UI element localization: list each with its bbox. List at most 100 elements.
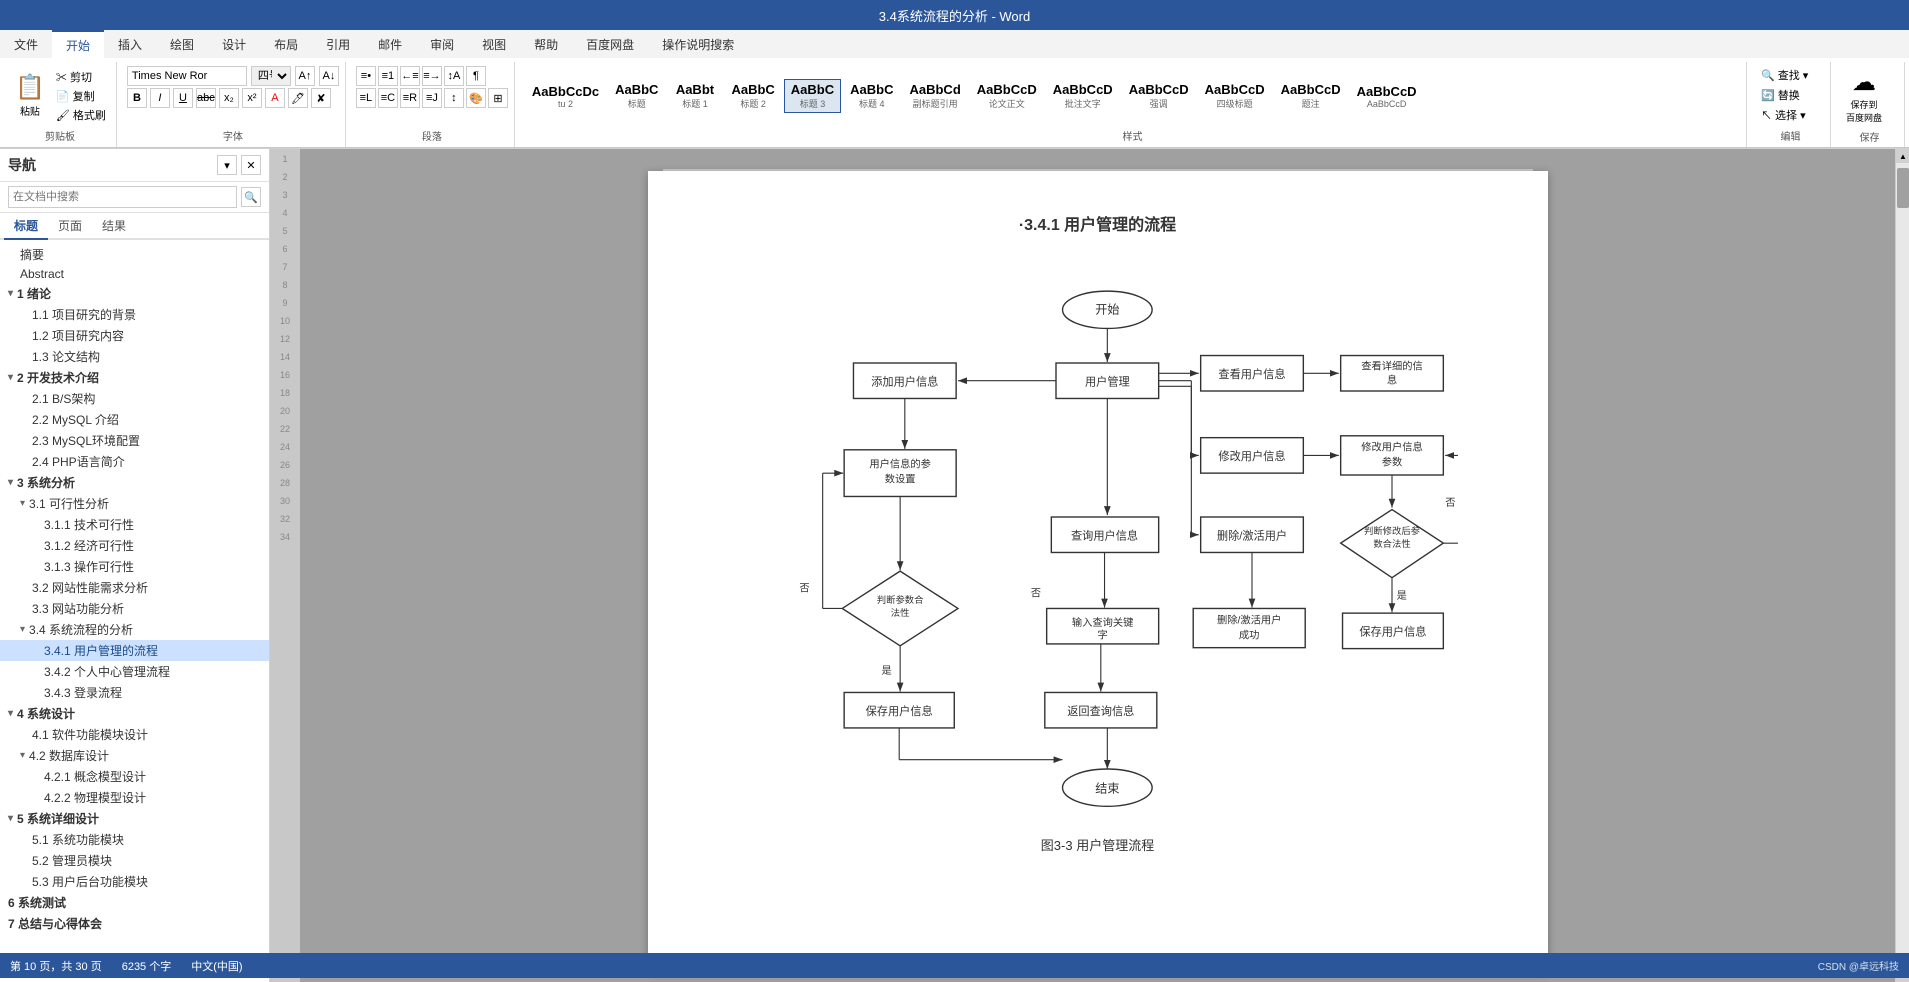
ribbon-tab-帮助[interactable]: 帮助 <box>520 30 572 58</box>
find-button[interactable]: 🔍 查找 ▾ <box>1757 66 1812 84</box>
ribbon-tab-绘图[interactable]: 绘图 <box>156 30 208 58</box>
nav-item[interactable]: ▾3.1 可行性分析 <box>0 493 269 514</box>
nav-item[interactable]: ▾1 绪论 <box>0 283 269 304</box>
show-marks-button[interactable]: ¶ <box>466 66 486 86</box>
nav-toggle-button[interactable]: ▾ <box>217 155 237 175</box>
nav-item[interactable]: 3.4.1 用户管理的流程 <box>0 640 269 661</box>
shading-button[interactable]: 🎨 <box>466 88 486 108</box>
nav-item[interactable]: 5.1 系统功能模块 <box>0 829 269 850</box>
scroll-thumb[interactable] <box>1897 168 1909 208</box>
nav-item[interactable]: ▾4.2 数据库设计 <box>0 745 269 766</box>
save-to-baidu-button[interactable]: ☁ 保存到百度网盘 <box>1841 66 1887 127</box>
nav-item[interactable]: 摘要 <box>0 244 269 265</box>
nav-item[interactable]: 3.1.3 操作可行性 <box>0 556 269 577</box>
ribbon-tab-布局[interactable]: 布局 <box>260 30 312 58</box>
scroll-track[interactable] <box>1896 163 1909 968</box>
align-left-button[interactable]: ≡L <box>356 88 376 108</box>
ribbon-tab-开始[interactable]: 开始 <box>52 30 104 58</box>
superscript-button[interactable]: x² <box>242 88 262 108</box>
ribbon-tab-百度网盘[interactable]: 百度网盘 <box>572 30 648 58</box>
nav-item[interactable]: ▾3.4 系统流程的分析 <box>0 619 269 640</box>
clear-format-button[interactable]: ✘ <box>311 88 331 108</box>
nav-item[interactable]: 3.1.2 经济可行性 <box>0 535 269 556</box>
nav-close-button[interactable]: ✕ <box>241 155 261 175</box>
nav-item[interactable]: 2.2 MySQL 介绍 <box>0 409 269 430</box>
nav-item[interactable]: Abstract <box>0 265 269 283</box>
nav-item[interactable]: 1.2 项目研究内容 <box>0 325 269 346</box>
strikethrough-button[interactable]: abc <box>196 88 216 108</box>
font-family-input[interactable] <box>127 66 247 86</box>
align-center-button[interactable]: ≡C <box>378 88 398 108</box>
format-painter-button[interactable]: 🖌 格式刷 <box>52 106 110 124</box>
style-item-tu 2[interactable]: AaBbCcDctu 2 <box>525 81 606 112</box>
nav-item[interactable]: 2.3 MySQL环境配置 <box>0 430 269 451</box>
subscript-button[interactable]: x₂ <box>219 88 239 108</box>
style-item-AaBbCcD[interactable]: AaBbCcDAaBbCcD <box>1350 81 1424 112</box>
number-list-button[interactable]: ≡1 <box>378 66 398 86</box>
nav-item[interactable]: 3.1.1 技术可行性 <box>0 514 269 535</box>
align-right-button[interactable]: ≡R <box>400 88 420 108</box>
nav-item[interactable]: 4.2.2 物理模型设计 <box>0 787 269 808</box>
ribbon-tab-操作说明搜索[interactable]: 操作说明搜索 <box>648 30 748 58</box>
style-item-论文正文[interactable]: AaBbCcD论文正文 <box>970 79 1044 113</box>
nav-tab-结果[interactable]: 结果 <box>92 213 136 240</box>
select-button[interactable]: ↖ 选择 ▾ <box>1757 106 1810 124</box>
text-color-button[interactable]: A <box>265 88 285 108</box>
cut-button[interactable]: ✂ 剪切 <box>52 68 110 86</box>
nav-item[interactable]: 3.4.2 个人中心管理流程 <box>0 661 269 682</box>
sort-button[interactable]: ↕A <box>444 66 464 86</box>
nav-tab-标题[interactable]: 标题 <box>4 213 48 240</box>
nav-item[interactable]: ▾3 系统分析 <box>0 472 269 493</box>
nav-item[interactable]: 3.3 网站功能分析 <box>0 598 269 619</box>
underline-button[interactable]: U <box>173 88 193 108</box>
ribbon-tab-视图[interactable]: 视图 <box>468 30 520 58</box>
nav-item[interactable]: ▾5 系统详细设计 <box>0 808 269 829</box>
nav-tab-页面[interactable]: 页面 <box>48 213 92 240</box>
nav-item[interactable]: 4.1 软件功能模块设计 <box>0 724 269 745</box>
doc-area[interactable]: -8 -6 -4 -2 0 2 4 6 8 10 12 14 16 18 20 … <box>300 149 1895 982</box>
style-item-标题[interactable]: AaBbC标题 <box>608 79 665 113</box>
nav-item[interactable]: 3.4.3 登录流程 <box>0 682 269 703</box>
style-item-题注[interactable]: AaBbCcD题注 <box>1274 79 1348 113</box>
style-item-四级标题[interactable]: AaBbCcD四级标题 <box>1198 79 1272 113</box>
indent-decrease-button[interactable]: ←≡ <box>400 66 420 86</box>
nav-item[interactable]: ▾4 系统设计 <box>0 703 269 724</box>
nav-search-button[interactable]: 🔍 <box>241 187 261 207</box>
borders-button[interactable]: ⊞ <box>488 88 508 108</box>
bullet-list-button[interactable]: ≡• <box>356 66 376 86</box>
nav-item[interactable]: 1.1 项目研究的背景 <box>0 304 269 325</box>
highlight-button[interactable]: 🖊 <box>288 88 308 108</box>
nav-item[interactable]: 6 系统测试 <box>0 892 269 913</box>
nav-item[interactable]: 4.2.1 概念模型设计 <box>0 766 269 787</box>
font-size-select[interactable]: 四号三号小四 <box>251 66 291 86</box>
style-item-标题 2[interactable]: AaBbC标题 2 <box>724 79 781 113</box>
ribbon-tab-引用[interactable]: 引用 <box>312 30 364 58</box>
font-grow-button[interactable]: A↑ <box>295 66 315 86</box>
nav-item[interactable]: 2.1 B/S架构 <box>0 388 269 409</box>
nav-item[interactable]: ▾2 开发技术介绍 <box>0 367 269 388</box>
style-item-副标题引用[interactable]: AaBbCd副标题引用 <box>902 79 967 113</box>
nav-item[interactable]: 7 总结与心得体会 <box>0 913 269 934</box>
nav-item[interactable]: 3.2 网站性能需求分析 <box>0 577 269 598</box>
nav-item[interactable]: 2.4 PHP语言简介 <box>0 451 269 472</box>
style-item-标题 3[interactable]: AaBbC标题 3 <box>784 79 841 113</box>
line-spacing-button[interactable]: ↕ <box>444 88 464 108</box>
style-item-标题 4[interactable]: AaBbC标题 4 <box>843 79 900 113</box>
ribbon-tab-审阅[interactable]: 审阅 <box>416 30 468 58</box>
nav-item[interactable]: 5.2 管理员模块 <box>0 850 269 871</box>
indent-increase-button[interactable]: ≡→ <box>422 66 442 86</box>
right-scrollbar[interactable]: ▲ ▼ <box>1895 149 1909 982</box>
ribbon-tab-插入[interactable]: 插入 <box>104 30 156 58</box>
ribbon-tab-文件[interactable]: 文件 <box>0 30 52 58</box>
copy-button[interactable]: 📄 复制 <box>52 87 110 105</box>
style-item-标题 1[interactable]: AaBbt标题 1 <box>667 79 722 113</box>
align-justify-button[interactable]: ≡J <box>422 88 442 108</box>
style-item-批注文字[interactable]: AaBbCcD批注文字 <box>1046 79 1120 113</box>
nav-item[interactable]: 1.3 论文结构 <box>0 346 269 367</box>
ribbon-tab-邮件[interactable]: 邮件 <box>364 30 416 58</box>
replace-button[interactable]: 🔄 替换 <box>1757 86 1804 104</box>
ribbon-tab-设计[interactable]: 设计 <box>208 30 260 58</box>
paste-button[interactable]: 📋 粘贴 <box>10 71 50 121</box>
scroll-up-button[interactable]: ▲ <box>1896 149 1909 163</box>
italic-button[interactable]: I <box>150 88 170 108</box>
